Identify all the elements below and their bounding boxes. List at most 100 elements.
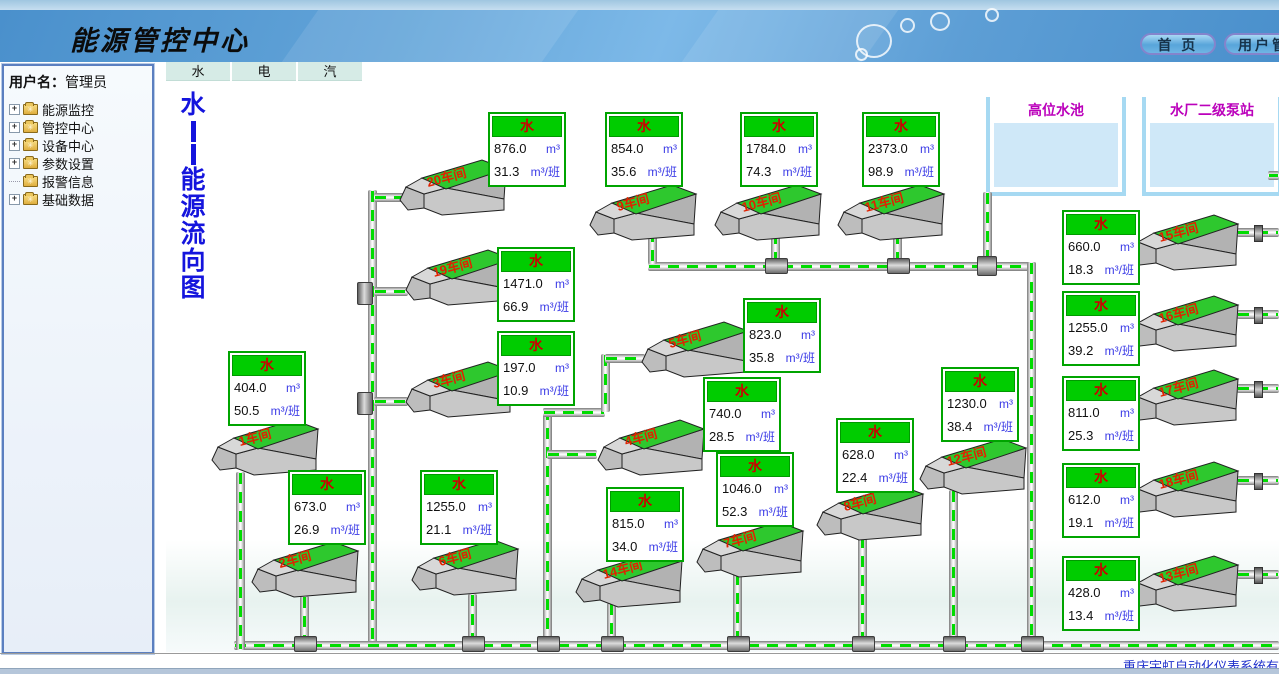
pipe-flange [1254, 307, 1263, 324]
sidebar-item-4[interactable]: +参数设置 [4, 154, 152, 172]
sidebar-item-5[interactable]: 报警信息 [4, 172, 152, 190]
meter-per-shift-unit: m³/班 [1105, 427, 1134, 444]
tank-water [1150, 123, 1274, 187]
meter-per-shift-unit: m³/班 [783, 163, 812, 180]
meter-total-value: 854.0 [611, 141, 644, 156]
title-char: 图 [178, 275, 208, 302]
pipe-segment [374, 287, 408, 296]
sidebar-item-3[interactable]: + 设备中心 [4, 136, 152, 154]
pipe-segment [605, 354, 645, 363]
tab-water[interactable]: 水 [166, 62, 230, 81]
meter-per-shift-unit: m³/班 [1105, 607, 1134, 624]
meter-total-value: 1230.0 [947, 396, 987, 411]
tab-electricity[interactable]: 电 [232, 62, 296, 81]
meter-header: 水 [492, 116, 562, 137]
meter-header: 水 [610, 491, 680, 512]
meter-total-unit: m³ [801, 328, 815, 342]
meter-per-shift-value: 66.9 [503, 299, 528, 314]
pipe-segment [1268, 171, 1279, 180]
username-value: 管理员 [65, 74, 107, 90]
meter-header: 水 [1066, 467, 1136, 488]
meter-total-unit: m³ [478, 500, 492, 514]
meter-per-shift-value: 18.3 [1068, 262, 1093, 277]
pipe-tee-junction [601, 636, 624, 652]
meter-total-value: 428.0 [1068, 585, 1101, 600]
water-meter-box: 水740.0m³28.5m³/班 [703, 377, 781, 452]
top-strip [0, 0, 1279, 10]
title-char: 水 [178, 92, 208, 119]
diagram-vertical-title: 水能源流向图 [178, 92, 208, 302]
water-meter-box: 水811.0m³25.3m³/班 [1062, 376, 1140, 451]
folder-icon [23, 140, 38, 151]
title-char: 源 [178, 194, 208, 221]
meter-total-value: 660.0 [1068, 239, 1101, 254]
water-meter-box: 水1230.0m³38.4m³/班 [941, 367, 1019, 442]
expander-icon[interactable]: + [9, 140, 20, 151]
meter-total-unit: m³ [346, 500, 360, 514]
folder-icon [23, 122, 38, 133]
meter-total-value: 823.0 [749, 327, 782, 342]
meter-per-shift-value: 35.8 [749, 350, 774, 365]
sidebar-item-label: 设备中心 [42, 136, 94, 155]
sidebar-item-2[interactable]: +管控中心 [4, 118, 152, 136]
meter-per-shift-value: 31.3 [494, 164, 519, 179]
username-label: 用户名： [9, 74, 65, 90]
pipe-tee-junction [765, 258, 788, 274]
meter-per-shift-unit: m³/班 [648, 163, 677, 180]
meter-header: 水 [609, 116, 679, 137]
water-meter-box: 水1046.0m³52.3m³/班 [716, 452, 794, 527]
water-meter-box: 水1784.0m³74.3m³/班 [740, 112, 818, 187]
expander-icon[interactable]: + [9, 122, 20, 133]
meter-per-shift-unit: m³/班 [1105, 514, 1134, 531]
meter-header: 水 [292, 474, 362, 495]
water-meter-box: 水1255.0m³39.2m³/班 [1062, 291, 1140, 366]
water-meter-box: 水1471.0m³66.9m³/班 [497, 247, 575, 322]
meter-total-unit: m³ [1120, 406, 1134, 420]
meter-per-shift-value: 98.9 [868, 164, 893, 179]
sidebar-item-6[interactable]: +基础数据 [4, 190, 152, 208]
meter-total-value: 811.0 [1068, 405, 1100, 420]
meter-total-value: 815.0 [612, 516, 645, 531]
bottom-bar [0, 668, 1279, 674]
water-meter-box: 水823.0m³35.8m³/班 [743, 298, 821, 373]
meter-per-shift-value: 34.0 [612, 539, 637, 554]
meter-per-shift-value: 35.6 [611, 164, 636, 179]
expander-icon[interactable]: + [9, 104, 20, 115]
meter-total-unit: m³ [555, 277, 569, 291]
meter-total-unit: m³ [999, 397, 1013, 411]
meter-total-unit: m³ [774, 482, 788, 496]
meter-total-value: 1255.0 [1068, 320, 1108, 335]
meter-total-unit: m³ [663, 142, 677, 156]
pipe-segment [374, 397, 408, 406]
pipe-tee-junction [357, 282, 373, 305]
tank-secondary-pump-station: 水厂二级泵站 [1142, 97, 1279, 196]
pipe-segment [236, 472, 245, 650]
meter-per-shift-value: 74.3 [746, 164, 771, 179]
meter-per-shift-value: 26.9 [294, 522, 319, 537]
meter-per-shift-unit: m³/班 [271, 402, 300, 419]
meter-per-shift-unit: m³/班 [463, 521, 492, 538]
meter-per-shift-value: 25.3 [1068, 428, 1093, 443]
tab-steam[interactable]: 汽 [298, 62, 362, 81]
water-meter-box: 水 854.0 m³ 35.6 m³/班 [605, 112, 683, 187]
bubble-decoration [985, 8, 999, 22]
page-title: 能源管控中心 [70, 19, 250, 58]
expander-icon[interactable]: + [9, 194, 20, 205]
user-management-button[interactable]: 用户管 [1224, 33, 1279, 55]
sidebar-item-1[interactable]: + 能源监控 [4, 100, 152, 118]
pipe-segment [368, 190, 377, 650]
pipe-flange [1254, 473, 1263, 490]
folder-icon [23, 194, 38, 205]
sidebar-item-label: 能源监控 [42, 100, 94, 119]
bubble-decoration [900, 18, 915, 33]
meter-header: 水 [747, 302, 817, 323]
meter-total-value: 876.0 [494, 141, 527, 156]
meter-total-value: 673.0 [294, 499, 327, 514]
expander-icon[interactable]: + [9, 158, 20, 169]
pipe-tee-junction [462, 636, 485, 652]
home-button[interactable]: 首 页 [1140, 33, 1216, 55]
meter-header: 水 [744, 116, 814, 137]
meter-header: 水 [945, 371, 1015, 392]
title-char: 向 [178, 248, 208, 275]
water-meter-box: 水815.0m³34.0m³/班 [606, 487, 684, 562]
